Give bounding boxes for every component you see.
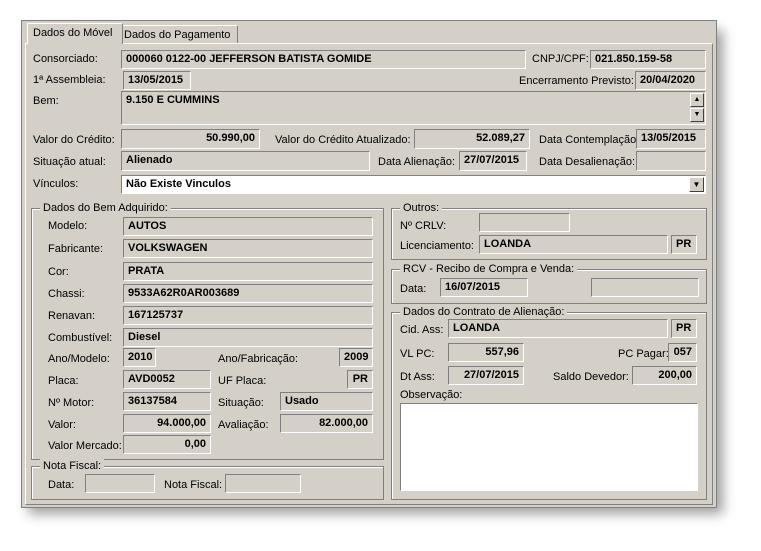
- data-desalienacao-field[interactable]: [636, 151, 706, 171]
- avaliacao-label: Avaliação:: [218, 419, 269, 431]
- cid-ass-label: Cid. Ass:: [400, 324, 444, 336]
- encerramento-field[interactable]: 20/04/2020: [635, 71, 706, 90]
- crlv-field[interactable]: [479, 213, 570, 232]
- avaliacao-field[interactable]: 82.000,00: [280, 414, 373, 433]
- ano-fabricacao-label: Ano/Fabricação:: [218, 353, 299, 365]
- valor-credito-field[interactable]: 50.990,00: [121, 129, 260, 149]
- rcv-data-field[interactable]: 16/07/2015: [440, 278, 528, 297]
- valor-atualizado-label: Valor do Crédito Atualizado:: [275, 134, 411, 146]
- data-alienacao-field[interactable]: 27/07/2015: [459, 151, 527, 171]
- licenciamento-uf-field[interactable]: PR: [671, 235, 697, 254]
- rcv-data-label: Data:: [400, 283, 427, 295]
- situacao-field[interactable]: Usado: [280, 392, 373, 411]
- fabricante-label: Fabricante:: [48, 243, 104, 255]
- motor-label: Nº Motor:: [48, 397, 95, 409]
- uf-placa-label: UF Placa:: [218, 375, 267, 387]
- situacao-atual-label: Situação atual:: [33, 156, 106, 168]
- cid-uf-field[interactable]: PR: [671, 319, 697, 338]
- observacao-label: Observação:: [400, 389, 463, 401]
- vinculos-label: Vínculos:: [33, 178, 79, 190]
- valor-credito-label: Valor do Crédito:: [33, 134, 115, 146]
- tab-dados-movel[interactable]: Dados do Móvel: [27, 23, 123, 44]
- nf-data-label: Data:: [48, 479, 75, 491]
- contrato-title: Dados do Contrato de Alienação:: [400, 305, 568, 319]
- cor-field[interactable]: PRATA: [123, 262, 373, 281]
- situacao-atual-field[interactable]: Alienado: [121, 151, 370, 171]
- ano-modelo-field[interactable]: 2010: [123, 348, 156, 367]
- pc-pagar-field[interactable]: 057: [668, 343, 697, 362]
- vl-pc-label: VL PC:: [400, 348, 435, 360]
- saldo-devedor-field[interactable]: 200,00: [632, 366, 697, 385]
- chassi-label: Chassi:: [48, 288, 85, 300]
- assembleia-field[interactable]: 13/05/2015: [123, 71, 191, 90]
- vl-pc-field[interactable]: 557,96: [448, 343, 524, 362]
- assembleia-label: 1ª Assembleia:: [33, 74, 106, 86]
- nf-numero-field[interactable]: [225, 474, 301, 493]
- data-contemplacao-field[interactable]: 13/05/2015: [636, 129, 706, 149]
- placa-field[interactable]: AVD0052: [123, 370, 211, 389]
- ano-modelo-label: Ano/Modelo:: [48, 353, 110, 365]
- bem-adquirido-title: Dados do Bem Adquirido:: [40, 201, 171, 215]
- valor-field[interactable]: 94.000,00: [123, 414, 211, 433]
- cnpj-label: CNPJ/CPF:: [532, 53, 589, 65]
- modelo-field[interactable]: AUTOS: [123, 217, 373, 236]
- combustivel-label: Combustível:: [48, 332, 113, 344]
- data-contemplacao-label: Data Contemplação:: [539, 134, 640, 146]
- saldo-devedor-label: Saldo Devedor:: [553, 371, 629, 383]
- bem-field[interactable]: 9.150 E CUMMINS: [121, 91, 706, 125]
- vinculos-select[interactable]: Não Existe Vinculos: [121, 175, 706, 194]
- chassi-field[interactable]: 9533A62R0AR003689: [123, 284, 373, 303]
- nf-numero-label: Nota Fiscal:: [164, 479, 223, 491]
- licenciamento-field[interactable]: LOANDA: [479, 235, 668, 254]
- ano-fabricacao-field[interactable]: 2009: [339, 348, 373, 367]
- chevron-down-icon[interactable]: ▼: [689, 177, 704, 192]
- dt-ass-label: Dt Ass:: [400, 371, 435, 383]
- dt-ass-field[interactable]: 27/07/2015: [448, 366, 524, 385]
- pc-pagar-label: PC Pagar:: [618, 348, 669, 360]
- situacao-label: Situação:: [218, 397, 264, 409]
- data-alienacao-label: Data Alienação:: [378, 156, 456, 168]
- cor-label: Cor:: [48, 266, 69, 278]
- nota-fiscal-title: Nota Fiscal:: [40, 459, 105, 473]
- fabricante-field[interactable]: VOLKSWAGEN: [123, 239, 373, 258]
- modelo-label: Modelo:: [48, 220, 88, 232]
- outros-title: Outros:: [400, 201, 443, 215]
- rcv-extra-field[interactable]: [591, 278, 699, 297]
- consorciado-field[interactable]: 000060 0122-00 JEFFERSON BATISTA GOMIDE: [121, 50, 526, 69]
- data-desalienacao-label: Data Desalienação:: [539, 156, 636, 168]
- combustivel-field[interactable]: Diesel: [123, 328, 373, 347]
- placa-label: Placa:: [48, 375, 79, 387]
- rcv-title: RCV - Recibo de Compra e Venda:: [400, 262, 578, 276]
- encerramento-label: Encerramento Previsto:: [519, 75, 634, 87]
- nf-data-field[interactable]: [85, 474, 155, 493]
- form-window: Dados do Móvel Dados do Pagamento Consor…: [21, 20, 717, 508]
- cid-ass-field[interactable]: LOANDA: [448, 319, 668, 338]
- scroll-down-icon[interactable]: ▼: [690, 108, 704, 122]
- valor-atualizado-field[interactable]: 52.089,27: [414, 129, 530, 149]
- uf-placa-field[interactable]: PR: [347, 370, 373, 389]
- valor-mercado-label: Valor Mercado:: [48, 440, 122, 452]
- valor-mercado-field[interactable]: 0,00: [123, 435, 211, 454]
- scroll-up-icon[interactable]: ▲: [690, 93, 704, 107]
- observacao-textarea[interactable]: [400, 403, 698, 491]
- bem-label: Bem:: [33, 95, 59, 107]
- renavan-field[interactable]: 167125737: [123, 306, 373, 325]
- cnpj-field[interactable]: 021.850.159-58: [590, 50, 706, 69]
- crlv-label: Nº CRLV:: [400, 220, 447, 232]
- valor-label: Valor:: [48, 419, 76, 431]
- licenciamento-label: Licenciamento:: [400, 240, 474, 252]
- motor-field[interactable]: 36137584: [123, 392, 211, 411]
- consorciado-label: Consorciado:: [33, 53, 98, 65]
- tab-dados-pagamento[interactable]: Dados do Pagamento: [118, 25, 238, 44]
- renavan-label: Renavan:: [48, 310, 96, 322]
